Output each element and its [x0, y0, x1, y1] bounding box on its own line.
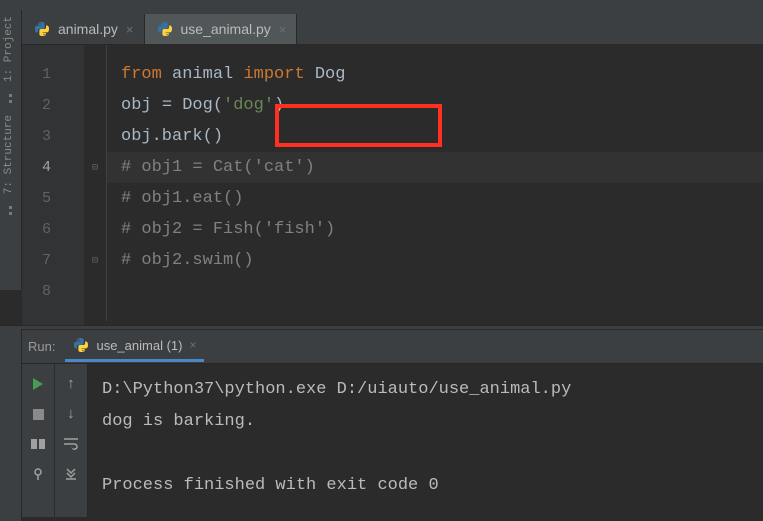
tab-label: use_animal.py — [181, 21, 271, 37]
line-number: 3 — [22, 121, 84, 152]
scroll-to-end-icon[interactable] — [63, 466, 79, 482]
structure-toolwindow-button[interactable]: 7: Structure — [0, 109, 18, 200]
close-icon[interactable]: × — [189, 338, 196, 352]
run-toolbar-secondary: ↑ ↓ — [55, 364, 88, 517]
line-number: 1 — [22, 59, 84, 90]
run-icon[interactable] — [30, 376, 46, 392]
wrap-icon[interactable] — [63, 436, 79, 452]
code-text[interactable]: from animal import Dog obj = Dog('dog') … — [106, 45, 763, 321]
line-number: 5 — [22, 183, 84, 214]
fold-gutter: ⊟ ⊟ — [84, 45, 106, 325]
line-number: 4 — [22, 152, 84, 183]
run-toolbar-primary — [22, 364, 55, 517]
tab-use-animal[interactable]: use_animal.py × — [145, 14, 298, 44]
line-number: 7 — [22, 245, 84, 276]
run-panel-title: Run: — [28, 339, 55, 354]
console-output[interactable]: D:\Python37\python.exe D:/uiauto/use_ani… — [88, 364, 763, 517]
project-toolwindow-button[interactable]: 1: Project — [0, 10, 18, 88]
line-number: 8 — [22, 276, 84, 307]
tool-window-bar: 1: Project 7: Structure — [0, 10, 22, 290]
tool-window-bar-bottom — [0, 329, 22, 521]
close-icon[interactable]: × — [126, 22, 134, 37]
line-number: 2 — [22, 90, 84, 121]
python-file-icon — [73, 337, 89, 353]
python-file-icon — [34, 21, 50, 37]
editor-tabs: animal.py × use_animal.py × — [22, 10, 763, 45]
run-config-tab[interactable]: use_animal (1) × — [65, 331, 204, 362]
layout-icon[interactable] — [30, 436, 46, 452]
down-arrow-icon[interactable]: ↓ — [63, 406, 79, 422]
code-editor[interactable]: 1 2 3 4 5 6 7 8 ⊟ ⊟ from animal import D… — [22, 45, 763, 325]
stop-icon[interactable] — [30, 406, 46, 422]
tab-animal[interactable]: animal.py × — [22, 14, 145, 44]
fold-start-icon[interactable]: ⊟ — [90, 163, 100, 173]
line-number: 6 — [22, 214, 84, 245]
tab-label: animal.py — [58, 21, 118, 37]
run-tab-label: use_animal (1) — [96, 338, 182, 353]
pin-icon[interactable] — [30, 466, 46, 482]
run-panel-header: Run: use_animal (1) × — [22, 330, 763, 364]
python-file-icon — [157, 21, 173, 37]
close-icon[interactable]: × — [279, 22, 287, 37]
fold-end-icon[interactable]: ⊟ — [90, 256, 100, 266]
up-arrow-icon[interactable]: ↑ — [63, 376, 79, 392]
line-number-gutter: 1 2 3 4 5 6 7 8 — [22, 45, 84, 325]
